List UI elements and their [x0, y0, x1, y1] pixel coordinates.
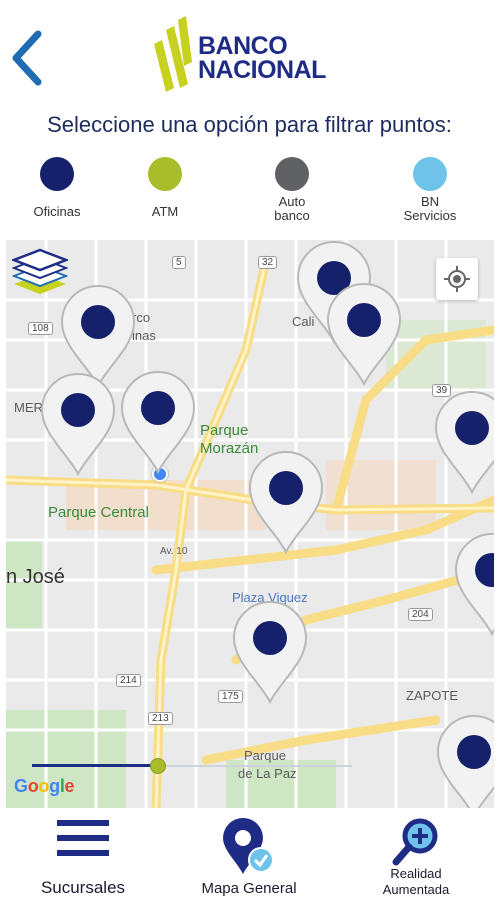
oficinas-dot-icon — [40, 157, 74, 191]
filter-label-line2: Servicios — [403, 208, 457, 223]
tab-sucursales[interactable]: Sucursales — [0, 808, 166, 900]
tab-label: Realidad Aumentada — [333, 866, 499, 898]
route-shield: 214 — [116, 674, 141, 687]
bottom-navigation: Sucursales Mapa General Realidad Aumenta… — [0, 808, 499, 900]
tab-label-line1: Realidad — [390, 866, 442, 881]
google-attribution: Google — [14, 776, 75, 796]
filter-atm[interactable]: ATM — [110, 152, 220, 219]
oficina-pin-icon[interactable] — [38, 370, 118, 478]
oficina-pin-icon[interactable] — [434, 712, 494, 808]
filter-options: Oficinas ATM Auto banco BN Servicios — [0, 152, 499, 238]
tab-mapa-general[interactable]: Mapa General — [166, 808, 332, 900]
my-location-button[interactable] — [436, 258, 478, 300]
map-pin-check-icon — [223, 818, 274, 874]
magnifier-plus-icon — [392, 818, 438, 866]
filter-auto-banco[interactable]: Auto banco — [237, 152, 347, 223]
banco-nacional-logo: BANCO NACIONAL — [148, 16, 358, 96]
tab-realidad-aumentada[interactable]: Realidad Aumentada — [333, 808, 499, 900]
filter-label: Auto banco — [237, 195, 347, 223]
radius-slider[interactable] — [32, 756, 352, 776]
bn-servicios-dot-icon — [413, 157, 447, 191]
oficina-pin-icon[interactable] — [118, 368, 198, 476]
map-label-san-jose: n José — [6, 566, 65, 588]
hamburger-menu-icon — [57, 820, 109, 856]
filter-label: BN Servicios — [375, 195, 485, 223]
back-arrow-icon[interactable] — [8, 28, 48, 88]
atm-dot-icon — [148, 157, 182, 191]
filter-label: ATM — [151, 204, 179, 219]
route-shield: 5 — [172, 256, 186, 269]
map-label-av10: Av. 10 — [160, 546, 188, 557]
auto-banco-dot-icon — [275, 157, 309, 191]
logo-line-1: BANCO — [198, 32, 288, 60]
filter-bn-servicios[interactable]: BN Servicios — [375, 152, 485, 223]
route-shield: 108 — [28, 322, 53, 335]
slider-knob[interactable] — [149, 758, 166, 774]
route-shield: 32 — [258, 256, 278, 269]
filter-label: Oficinas — [33, 204, 81, 219]
tab-label: Sucursales — [40, 878, 126, 897]
route-shield: 213 — [148, 712, 173, 725]
filter-label-line1: BN — [420, 194, 440, 209]
filter-label-line1: Auto — [278, 194, 306, 209]
crosshair-icon — [444, 266, 470, 292]
route-shield: 204 — [408, 608, 433, 621]
filter-label-line2: banco — [274, 208, 310, 223]
filter-title: Seleccione una opción para filtrar punto… — [47, 112, 452, 137]
header: BANCO NACIONAL — [0, 0, 499, 105]
tab-label: Mapa General — [201, 880, 297, 897]
oficina-pin-icon[interactable] — [230, 598, 310, 706]
oficina-pin-icon[interactable] — [246, 448, 326, 556]
logo-line-2: NACIONAL — [198, 56, 326, 84]
oficina-pin-icon[interactable] — [432, 388, 494, 496]
oficina-pin-icon[interactable] — [452, 530, 494, 638]
map-label-parque-central: Parque Central — [48, 504, 149, 521]
map-label-parque-morazan-1: Parque — [200, 422, 249, 439]
filter-oficinas[interactable]: Oficinas — [2, 152, 112, 219]
tab-label-line2: Aumentada — [382, 882, 450, 897]
map-view[interactable]: MER rco inas Cali Parque Morazán Parque … — [6, 240, 494, 808]
map-label-zapote: ZAPOTE — [406, 688, 459, 703]
oficina-pin-icon[interactable] — [324, 280, 404, 388]
slider-fill — [32, 764, 157, 767]
